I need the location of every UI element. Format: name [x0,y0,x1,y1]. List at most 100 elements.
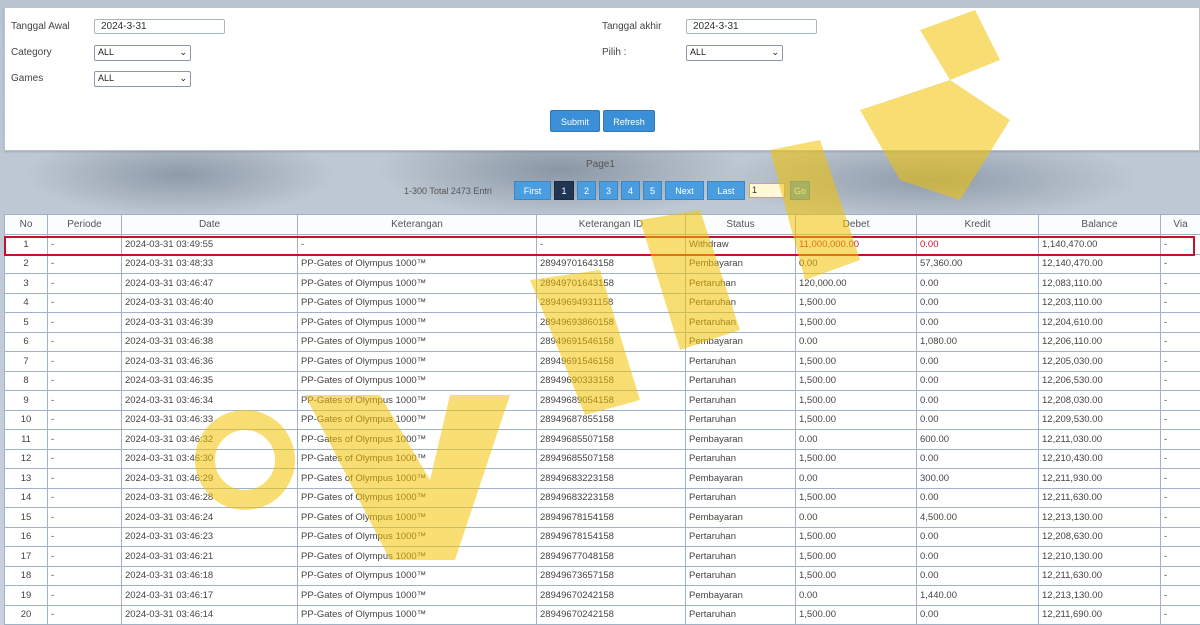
cell-via: - [1161,547,1200,567]
cell-balance: 12,083,110.00 [1039,274,1161,294]
cell-no: 17 [5,547,48,567]
cell-keterangan: PP-Gates of Olympus 1000™ [298,391,537,411]
cell-debet: 1,500.00 [796,449,917,469]
cell-keterangan-id: 28949670242158 [537,605,686,625]
cell-keterangan: PP-Gates of Olympus 1000™ [298,527,537,547]
cell-periode: - [48,547,122,567]
cell-keterangan: PP-Gates of Olympus 1000™ [298,313,537,333]
cell-via: - [1161,488,1200,508]
page-2-button[interactable]: 2 [577,181,596,200]
table-header-row: No Periode Date Keterangan Keterangan ID… [5,215,1200,235]
cell-balance: 12,211,690.00 [1039,605,1161,625]
table-row: 19 - 2024-03-31 03:46:17PP-Gates of Olympu… [5,586,1200,606]
col-header-status[interactable]: Status [686,215,796,235]
games-select[interactable]: ALL ⌄ [94,71,191,87]
cell-kredit: 600.00 [917,430,1039,450]
chevron-down-icon: ⌄ [179,73,187,84]
cell-date: 2024-03-31 03:46:40 [122,293,298,313]
cell-debet: 1,500.00 [796,605,917,625]
cell-keterangan-id: 28949685507158 [537,430,686,450]
table-row: 11-2024-03-31 03:46:32PP-Gates of Olympu… [5,430,1200,450]
last-page-button[interactable]: Last [707,181,745,200]
cell-kredit: 57,360.00 [917,254,1039,274]
col-header-balance[interactable]: Balance [1039,215,1161,235]
cell-kredit: 0.00 [917,293,1039,313]
page-5-button[interactable]: 5 [643,181,662,200]
cell-no: 3 [5,274,48,294]
category-select[interactable]: ALL ⌄ [94,45,191,61]
page-1-button[interactable]: 1 [554,181,574,200]
cell-keterangan-id: 28949677048158 [537,547,686,567]
cell-date: 2024-03-31 03:46:38 [122,332,298,352]
cell-via: - [1161,274,1200,294]
page-number-input[interactable]: 1 [749,183,785,198]
col-header-debet[interactable]: Debet [796,215,917,235]
cell-status: Pertaruhan [686,313,796,333]
start-date-input[interactable]: 2024-3-31 [94,19,225,34]
cell-status: Pertaruhan [686,547,796,567]
cell-date: 2024-03-31 03:46:28 [122,488,298,508]
cell-periode: - [48,274,122,294]
cell-via: - [1161,371,1200,391]
cell-kredit: 0.00 [917,274,1039,294]
cell-date: 2024-03-31 03:46:33 [122,410,298,430]
cell-via: - [1161,566,1200,586]
cell-periode: - [48,508,122,528]
cell-keterangan-id: - [537,235,686,255]
games-label: Games [11,73,43,84]
cell-via: - [1161,469,1200,489]
cell-no: 13 [5,469,48,489]
cell-date: 2024-03-31 03:46:14 [122,605,298,625]
cell-via: - [1161,527,1200,547]
col-header-keterangan-id[interactable]: Keterangan ID [537,215,686,235]
col-header-via[interactable]: Via [1161,215,1200,235]
cell-via: - [1161,586,1200,606]
cell-keterangan: PP-Gates of Olympus 1000™ [298,293,537,313]
cell-keterangan-id: 28949694931158 [537,293,686,313]
cell-keterangan: PP-Gates of Olympus 1000™ [298,586,537,606]
cell-no: 20 [5,605,48,625]
cell-kredit: 0.00 [917,313,1039,333]
col-header-keterangan[interactable]: Keterangan [298,215,537,235]
cell-status: Withdraw [686,235,796,255]
col-header-no[interactable]: No [5,215,48,235]
cell-no: 18 [5,566,48,586]
table-row: 6-2024-03-31 03:46:38PP-Gates of Olympus… [5,332,1200,352]
refresh-button[interactable]: Refresh [603,110,655,132]
cell-periode: - [48,488,122,508]
cell-via: - [1161,449,1200,469]
cell-date: 2024-03-31 03:46:34 [122,391,298,411]
cell-balance: 12,211,930.00 [1039,469,1161,489]
col-header-kredit[interactable]: Kredit [917,215,1039,235]
transaction-table: No Periode Date Keterangan Keterangan ID… [4,214,1200,625]
cell-keterangan: PP-Gates of Olympus 1000™ [298,352,537,372]
cell-status: Pembayaran [686,254,796,274]
cell-status: Pertaruhan [686,488,796,508]
cell-status: Pertaruhan [686,371,796,391]
cell-periode: - [48,430,122,450]
col-header-periode[interactable]: Periode [48,215,122,235]
page-3-button[interactable]: 3 [599,181,618,200]
cell-debet: 0.00 [796,508,917,528]
cell-no: 8 [5,371,48,391]
page-4-button[interactable]: 4 [621,181,640,200]
next-page-button[interactable]: Next [665,181,704,200]
cell-keterangan-id: 28949701643158 [537,254,686,274]
col-header-date[interactable]: Date [122,215,298,235]
cell-debet: 1,500.00 [796,371,917,391]
cell-date: 2024-03-31 03:46:17 [122,586,298,606]
submit-button[interactable]: Submit [550,110,600,132]
first-page-button[interactable]: First [514,181,551,200]
end-date-input[interactable]: 2024-3-31 [686,19,817,34]
pilih-select[interactable]: ALL ⌄ [686,45,783,61]
table-row: 14-2024-03-31 03:46:28PP-Gates of Olympu… [5,488,1200,508]
pilih-select-value: ALL [690,47,706,57]
cell-keterangan: PP-Gates of Olympus 1000™ [298,508,537,528]
cell-debet: 0.00 [796,586,917,606]
cell-no: 19 [5,586,48,606]
cell-kredit: 0.00 [917,391,1039,411]
cell-keterangan-id: 28949689054158 [537,391,686,411]
cell-debet: 1,500.00 [796,547,917,567]
go-button[interactable]: Go [790,181,810,200]
cell-keterangan-id: 28949690333158 [537,371,686,391]
